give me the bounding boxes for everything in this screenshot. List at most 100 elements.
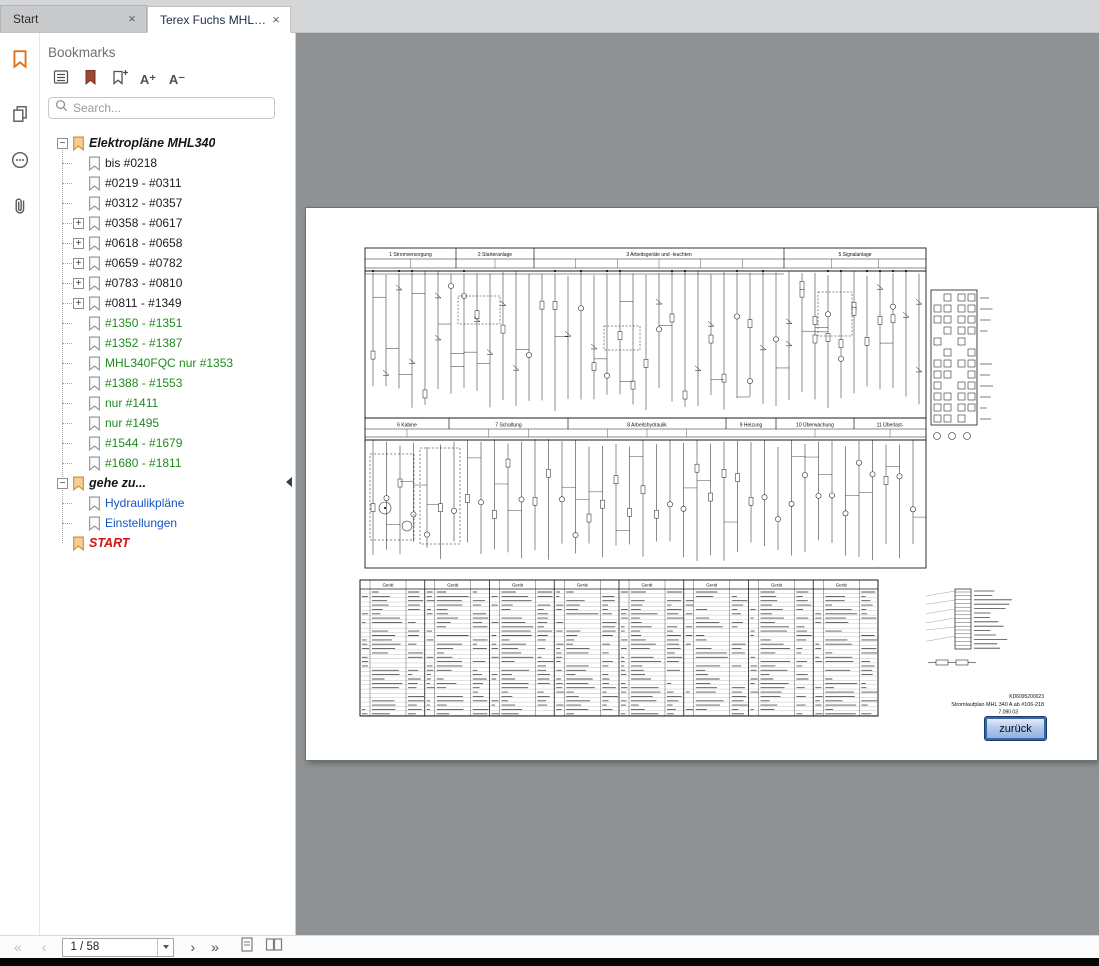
panel-menu-button[interactable]	[50, 68, 72, 90]
back-button[interactable]: zurück	[985, 717, 1046, 740]
bookmark-label: gehe zu...	[89, 476, 146, 490]
bookmark-item[interactable]: #1388 - #1553	[48, 373, 275, 393]
pages-panel-button[interactable]	[7, 104, 33, 128]
collapse-panel-arrow-icon[interactable]	[286, 477, 292, 487]
bookmark-flag-icon	[88, 296, 101, 311]
tab-bar: Start × Terex Fuchs MHL340 ... ×	[0, 0, 1099, 33]
bookmark-flag-icon	[88, 256, 101, 271]
expander-plus-icon[interactable]: +	[73, 278, 84, 289]
close-icon[interactable]: ×	[124, 11, 140, 27]
document-canvas[interactable]: 1 Stromversorgung 2 Starteranlage 3 Arbeit…	[296, 33, 1099, 935]
pdf-page: 1 Stromversorgung 2 Starteranlage 3 Arbeit…	[306, 208, 1097, 760]
bookmark-item[interactable]: +#0358 - #0617	[48, 213, 275, 233]
last-page-button[interactable]: »	[209, 940, 221, 954]
previous-page-button[interactable]: ‹	[40, 940, 49, 954]
bookmark-item[interactable]: Hydraulikpläne	[48, 493, 275, 513]
expander-plus-icon[interactable]: +	[73, 258, 84, 269]
expander-spacer	[73, 518, 84, 529]
svg-text:Gerät: Gerät	[642, 583, 654, 588]
bookmark-label: #0312 - #0357	[105, 196, 182, 210]
tree-stub-line	[62, 363, 72, 364]
tree-stub-line	[62, 443, 72, 444]
expander-plus-icon[interactable]: +	[73, 298, 84, 309]
bookmark-item[interactable]: #0219 - #0311	[48, 173, 275, 193]
tree-stub-line	[62, 383, 72, 384]
svg-text:Gerät: Gerät	[771, 583, 783, 588]
search-icon	[55, 99, 68, 117]
schematic-svg: 1 Stromversorgung 2 Starteranlage 3 Arbeit…	[306, 208, 1097, 760]
svg-text:KD6095200023: KD6095200023	[1009, 694, 1044, 700]
bookmark-item[interactable]: − Elektropläne MHL340	[48, 133, 275, 153]
svg-text:Stromlaufplan MHL 340 A ab #10: Stromlaufplan MHL 340 A ab #106-218	[951, 702, 1044, 708]
bookmark-item[interactable]: MHL340FQC nur #1353	[48, 353, 275, 373]
bookmark-item[interactable]: nur #1411	[48, 393, 275, 413]
svg-text:1 Stromversorgung: 1 Stromversorgung	[389, 252, 432, 258]
tab-start[interactable]: Start ×	[0, 5, 147, 32]
bookmark-item[interactable]: bis #0218	[48, 153, 275, 173]
expander-plus-icon[interactable]: +	[73, 238, 84, 249]
bookmark-item[interactable]: START	[48, 533, 275, 553]
search-input[interactable]	[73, 101, 268, 115]
attachments-panel-button[interactable]	[7, 196, 33, 220]
bookmark-flag-icon	[88, 276, 101, 291]
tree-stub-line	[62, 403, 72, 404]
next-page-button[interactable]: ›	[188, 940, 197, 954]
panel-title: Bookmarks	[48, 45, 275, 60]
tree-stub-line	[62, 503, 72, 504]
single-page-view-icon[interactable]	[239, 936, 255, 958]
bookmark-item[interactable]: +#0659 - #0782	[48, 253, 275, 273]
font-increase-button[interactable]: A⁺	[137, 68, 159, 90]
bookmark-flag-icon	[72, 136, 85, 151]
svg-text:3 Arbeitsgeräte und -leuchten: 3 Arbeitsgeräte und -leuchten	[626, 252, 692, 258]
bookmark-item[interactable]: +#0811 - #1349	[48, 293, 275, 313]
tree-stub-line	[62, 423, 72, 424]
bookmark-item[interactable]: Einstellungen	[48, 513, 275, 533]
tree-stub-line	[62, 223, 72, 224]
bookmark-item[interactable]: +#0618 - #0658	[48, 233, 275, 253]
comments-panel-button[interactable]	[7, 150, 33, 174]
font-decrease-button[interactable]: A⁻	[166, 68, 188, 90]
tree-stub-line	[62, 303, 72, 304]
bookmark-item[interactable]: #1352 - #1387	[48, 333, 275, 353]
tree-stub-line	[62, 203, 72, 204]
expander-minus-icon[interactable]: −	[57, 478, 68, 489]
page-number-combo[interactable]: 1 / 58	[62, 938, 174, 957]
bookmark-flag-icon	[88, 156, 101, 171]
dropdown-caret-icon[interactable]	[157, 939, 173, 956]
bookmark-item[interactable]: #1544 - #1679	[48, 433, 275, 453]
tree-stub-line	[62, 323, 72, 324]
expander-spacer	[73, 498, 84, 509]
paperclip-icon	[10, 196, 30, 221]
expander-spacer	[73, 458, 84, 469]
bookmark-label: Elektropläne MHL340	[89, 136, 215, 150]
svg-text:10 Überwachung: 10 Überwachung	[796, 422, 834, 429]
bookmark-item[interactable]: nur #1495	[48, 413, 275, 433]
expander-spacer	[73, 198, 84, 209]
close-icon[interactable]: ×	[268, 12, 284, 28]
first-page-button[interactable]: «	[12, 940, 24, 954]
expander-plus-icon[interactable]: +	[73, 218, 84, 229]
facing-pages-view-icon[interactable]	[265, 936, 283, 958]
bookmark-label: #1544 - #1679	[105, 436, 182, 450]
add-bookmark-button[interactable]	[108, 68, 130, 90]
bookmark-item[interactable]: #0312 - #0357	[48, 193, 275, 213]
bottom-black-strip	[0, 958, 1099, 966]
bookmark-item[interactable]: #1680 - #1811	[48, 453, 275, 473]
bookmark-item[interactable]: #1350 - #1351	[48, 313, 275, 333]
schematic-drawing: 1 Stromversorgung 2 Starteranlage 3 Arbeit…	[306, 208, 1097, 760]
current-bookmark-button[interactable]	[79, 68, 101, 90]
pdf-reader-window: Start × Terex Fuchs MHL340 ... ×	[0, 0, 1099, 966]
tab-document[interactable]: Terex Fuchs MHL340 ... ×	[147, 6, 291, 33]
expander-spacer	[73, 358, 84, 369]
svg-text:2 Starteranlage: 2 Starteranlage	[478, 252, 512, 258]
pages-icon	[10, 104, 30, 129]
tree-stub-line	[62, 523, 72, 524]
expander-minus-icon[interactable]: −	[57, 138, 68, 149]
expander-spacer	[57, 538, 68, 549]
bookmark-label: Einstellungen	[105, 516, 177, 530]
expander-spacer	[73, 418, 84, 429]
bookmark-item[interactable]: +#0783 - #0810	[48, 273, 275, 293]
bookmark-flag-icon	[72, 536, 85, 551]
bookmarks-panel-button[interactable]	[7, 49, 33, 73]
bookmark-item[interactable]: − gehe zu...	[48, 473, 275, 493]
